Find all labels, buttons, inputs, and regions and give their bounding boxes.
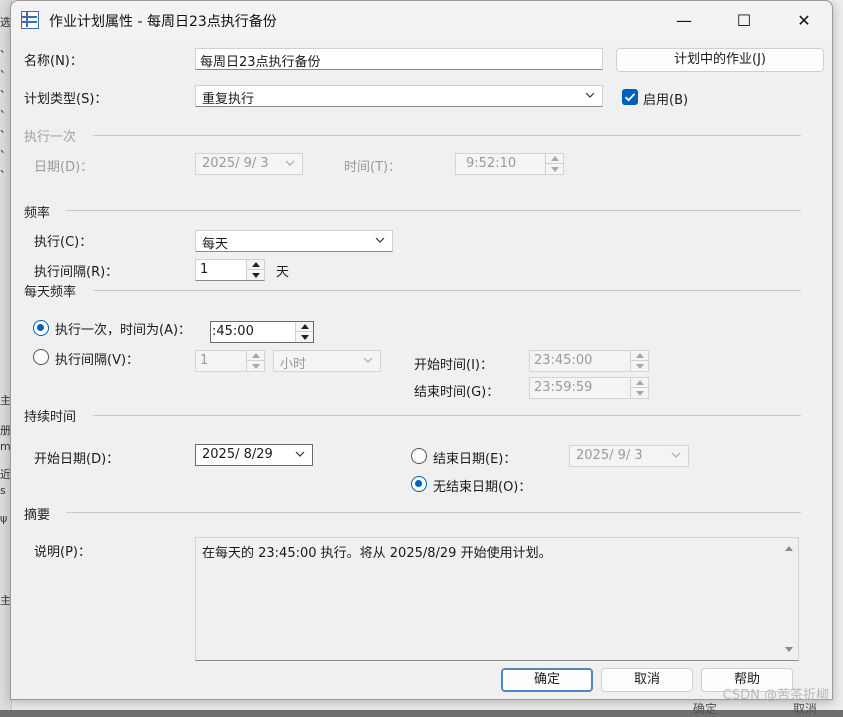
one-time-date-value: 2025/ 9/ 3 [202, 156, 269, 171]
end-time-input[interactable]: 23:59:59 [529, 377, 649, 399]
description-textarea[interactable]: 在每天的 23:45:00 执行。将从 2025/8/29 开始使用计划。 [195, 537, 799, 661]
no-end-date-label: 无结束日期(O)： [433, 480, 532, 495]
enabled-label: 启用(B) [643, 93, 689, 108]
occurs-every-radio[interactable] [33, 349, 49, 365]
section-one-time: 执行一次 [24, 130, 77, 145]
section-daily-frequency: 每天频率 [24, 285, 77, 300]
minimize-icon: — [676, 10, 692, 30]
end-date-picker[interactable]: 2025/ 9/ 3 [569, 445, 689, 467]
scroll-up-icon[interactable] [785, 546, 793, 551]
ok-button[interactable]: 确定 [501, 668, 593, 692]
minimize-button[interactable]: — [653, 1, 715, 39]
interval-label: 执行间隔(R)： [34, 265, 119, 280]
once-time-value: :45:00 [212, 324, 254, 339]
once-time-input[interactable]: :45:00 [210, 321, 314, 343]
occurs-select[interactable]: 每天 [195, 230, 393, 252]
scroll-down-icon[interactable] [785, 647, 793, 652]
background-char: s [0, 484, 6, 497]
start-time-input[interactable]: 23:45:00 [529, 350, 649, 372]
every-spinner[interactable] [246, 351, 264, 371]
divider [93, 290, 801, 291]
interval-input[interactable]: 1 [195, 259, 265, 281]
schedule-properties-dialog: 作业计划属性 - 每周日23点执行备份 — ☐ ✕ 名称(N)： 每周日23点执… [10, 0, 833, 700]
description-scrollbar[interactable] [780, 538, 798, 660]
one-time-date-picker[interactable]: 2025/ 9/ 3 [195, 153, 303, 175]
one-time-time-value: 9:52:10 [466, 156, 517, 171]
interval-unit: 天 [276, 265, 290, 280]
occurs-label: 执行(C)： [34, 235, 93, 250]
once-at-radio[interactable] [33, 320, 49, 336]
once-time-spinner[interactable] [295, 322, 313, 342]
occurs-value: 每天 [202, 237, 229, 252]
time-spinner[interactable] [545, 154, 563, 174]
end-time-value: 23:59:59 [534, 380, 593, 395]
name-input[interactable]: 每周日23点执行备份 [195, 48, 603, 70]
section-duration: 持续时间 [24, 410, 77, 425]
start-time-value: 23:45:00 [534, 353, 593, 368]
window-title: 作业计划属性 - 每周日23点执行备份 [49, 14, 277, 30]
one-time-time-input[interactable]: 9:52:10 [455, 153, 564, 175]
every-unit-value: 小时 [280, 357, 307, 372]
enabled-checkbox[interactable] [622, 89, 638, 105]
background-char: ψ [0, 512, 8, 525]
watermark: CSDN @苦茶折柳 [722, 688, 829, 703]
title-bar[interactable]: 作业计划属性 - 每周日23点执行备份 — ☐ ✕ [11, 1, 832, 39]
start-date-label: 开始日期(D)： [34, 452, 120, 467]
chevron-down-icon [294, 448, 306, 460]
one-time-time-label: 时间(T)： [344, 160, 402, 175]
schedule-type-label: 计划类型(S)： [24, 92, 108, 107]
once-at-label: 执行一次，时间为(A)： [55, 323, 192, 338]
checkmark-icon [624, 93, 636, 102]
cancel-button[interactable]: 取消 [601, 668, 693, 692]
name-label: 名称(N)： [24, 54, 83, 69]
no-end-date-radio[interactable] [411, 476, 427, 492]
maximize-icon: ☐ [736, 10, 752, 30]
start-date-picker[interactable]: 2025/ 8/29 [195, 444, 313, 466]
end-date-label: 结束日期(E)： [433, 452, 517, 467]
section-summary: 摘要 [24, 508, 51, 523]
every-unit-select[interactable]: 小时 [273, 350, 381, 372]
divider [93, 135, 801, 136]
close-button[interactable]: ✕ [773, 1, 835, 39]
start-time-label: 开始时间(I)： [414, 358, 493, 373]
one-time-date-label: 日期(D)： [34, 160, 94, 175]
schedule-type-value: 重复执行 [202, 92, 255, 107]
interval-value: 1 [200, 262, 209, 277]
every-value: 1 [200, 353, 209, 368]
end-time-spinner[interactable] [630, 378, 648, 398]
end-time-label: 结束时间(G)： [414, 385, 500, 400]
app-icon [21, 11, 39, 29]
interval-spinner[interactable] [246, 260, 264, 280]
section-frequency: 频率 [24, 206, 51, 221]
chevron-down-icon [374, 234, 386, 246]
jobs-in-schedule-button[interactable]: 计划中的作业(J) [616, 48, 824, 72]
chevron-down-icon [284, 157, 296, 169]
occurs-every-label: 执行间隔(V)： [55, 353, 140, 368]
divider [66, 512, 801, 513]
end-date-radio[interactable] [411, 448, 427, 464]
close-icon: ✕ [797, 10, 811, 30]
description-label: 说明(P)： [34, 545, 91, 560]
start-time-spinner[interactable] [630, 351, 648, 371]
every-value-input[interactable]: 1 [195, 350, 265, 372]
end-date-value: 2025/ 9/ 3 [576, 448, 643, 463]
divider [66, 210, 801, 211]
description-text: 在每天的 23:45:00 执行。将从 2025/8/29 开始使用计划。 [202, 546, 552, 561]
start-date-value: 2025/ 8/29 [202, 447, 273, 462]
chevron-down-icon [584, 89, 596, 101]
schedule-type-select[interactable]: 重复执行 [195, 85, 603, 107]
chevron-down-icon [670, 449, 682, 461]
chevron-down-icon [362, 354, 374, 366]
maximize-button[interactable]: ☐ [713, 1, 775, 39]
divider [93, 415, 801, 416]
